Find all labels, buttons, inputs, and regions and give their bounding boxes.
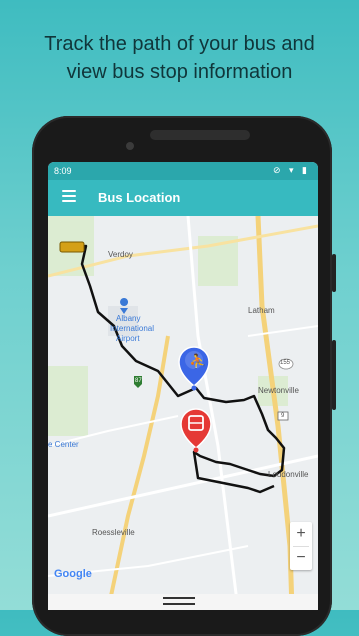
map-label-loudonville: Loudonville — [268, 470, 309, 479]
hamburger-menu-icon[interactable] — [62, 190, 76, 204]
phone-volume-button — [332, 340, 336, 410]
map-label-center: e Center — [48, 440, 79, 449]
phone-speaker — [150, 130, 250, 140]
gesture-handle — [163, 603, 195, 605]
route-9-label: 9 — [281, 413, 285, 419]
map-label-latham: Latham — [248, 306, 275, 315]
status-bar: 8:09 ⊘ ▾ ▮ — [48, 162, 318, 180]
headline: Track the path of your bus and view bus … — [0, 30, 359, 86]
svg-text:⛹: ⛹ — [189, 352, 206, 370]
map-label-albany: Albany — [116, 314, 141, 323]
headline-line-1: Track the path of your bus and — [44, 33, 315, 55]
gesture-handle[interactable] — [163, 597, 195, 599]
nav-bar — [48, 594, 318, 610]
google-logo: Google — [54, 568, 92, 580]
phone-camera — [126, 142, 134, 150]
zoom-out-button[interactable]: − — [290, 546, 312, 570]
status-time: 8:09 — [54, 166, 72, 176]
app-bar: Bus Location — [48, 180, 318, 216]
map-canvas[interactable]: ⛹ — [48, 216, 318, 610]
map-label-verdoy: Verdoy — [108, 250, 133, 259]
park-area — [48, 366, 88, 436]
map-label-newtonville: Newtonville — [258, 386, 299, 395]
zoom-controls: + − — [290, 522, 312, 570]
route-155-label: 155 — [280, 360, 291, 366]
map-label-roessleville: Roessleville — [92, 528, 135, 537]
map-label-airport: Airport — [116, 334, 140, 343]
status-icons: ⊘ ▾ ▮ — [272, 165, 310, 175]
phone-screen: 8:09 ⊘ ▾ ▮ Bus Location ⛹ Verdoy Albany … — [48, 162, 318, 610]
map-label-international: International — [110, 324, 155, 333]
map-view[interactable]: ⛹ Verdoy Albany International Airport La… — [48, 216, 318, 610]
headline-line-2: view bus stop information — [66, 61, 293, 83]
school-bus-icon — [59, 241, 85, 253]
phone-power-button — [332, 254, 336, 292]
route-87-label: 87 — [135, 378, 142, 384]
app-title: Bus Location — [98, 190, 181, 205]
zoom-in-button[interactable]: + — [290, 522, 312, 546]
